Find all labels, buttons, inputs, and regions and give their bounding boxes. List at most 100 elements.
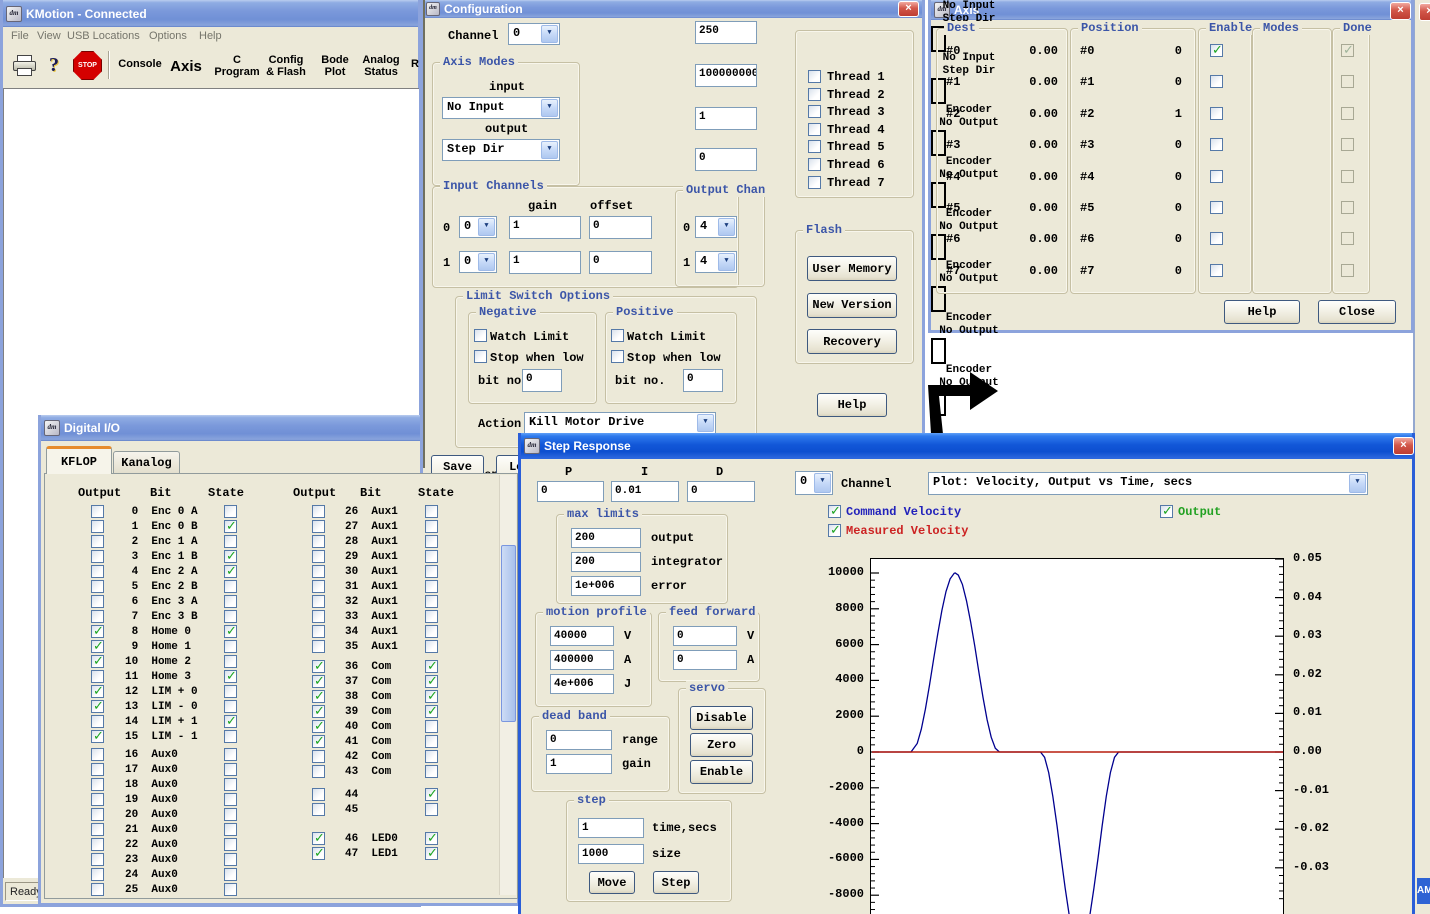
input-channel-0-gain[interactable]: 1 (509, 216, 581, 239)
digio-bit-9-state-checkbox[interactable] (224, 640, 237, 653)
digio-bit-21-state-checkbox[interactable] (224, 823, 237, 836)
digio-bit-40-output-checkbox[interactable] (312, 720, 325, 733)
digio-bit-13-state-checkbox[interactable] (224, 700, 237, 713)
digio-bit-16-output-checkbox[interactable] (91, 748, 104, 761)
digio-bit-18-output-checkbox[interactable] (91, 778, 104, 791)
axis-5-done-checkbox[interactable] (1341, 201, 1354, 214)
digio-bit-28-state-checkbox[interactable] (425, 535, 438, 548)
digio-bit-28-output-checkbox[interactable] (312, 535, 325, 548)
digio-bit-13-output-checkbox[interactable] (91, 700, 104, 713)
digio-bit-8-state-checkbox[interactable] (224, 625, 237, 638)
digio-bit-9-output-checkbox[interactable] (91, 640, 104, 653)
digio-bit-43-state-checkbox[interactable] (425, 765, 438, 778)
config-help-button[interactable]: Help (817, 393, 887, 417)
axis-2-enable-checkbox[interactable] (1210, 107, 1223, 120)
thread-5-checkbox[interactable] (808, 140, 821, 153)
legend-command-velocity-checkbox[interactable] (828, 505, 841, 518)
step-size-field[interactable]: 1000 (578, 844, 644, 864)
digio-bit-30-output-checkbox[interactable] (312, 565, 325, 578)
digio-bit-25-output-checkbox[interactable] (91, 883, 104, 896)
digio-bit-26-state-checkbox[interactable] (425, 505, 438, 518)
motion-profile-group-V-field[interactable]: 40000 (550, 626, 614, 646)
axis-modes-input-select-dropdown-arrow-icon[interactable]: ▼ (541, 99, 558, 117)
digio-bit-29-output-checkbox[interactable] (312, 550, 325, 563)
digio-bit-36-state-checkbox[interactable] (425, 660, 438, 673)
digio-bit-27-state-checkbox[interactable] (425, 520, 438, 533)
digio-bit-42-output-checkbox[interactable] (312, 750, 325, 763)
input-channel-1-gain[interactable]: 1 (509, 251, 581, 274)
digio-bit-47-output-checkbox[interactable] (312, 847, 325, 860)
kmotion-titlebar[interactable]: dm KMotion - Connected (3, 0, 418, 27)
digio-bit-7-output-checkbox[interactable] (91, 610, 104, 623)
digio-bit-15-output-checkbox[interactable] (91, 730, 104, 743)
digio-bit-37-state-checkbox[interactable] (425, 675, 438, 688)
legend-measured-velocity-checkbox[interactable] (828, 524, 841, 537)
scrollbar-thumb[interactable] (501, 545, 516, 722)
action-select[interactable]: Kill Motor Drive▼ (524, 412, 716, 434)
digio-bit-10-state-checkbox[interactable] (224, 655, 237, 668)
limit-negative-stop-checkbox[interactable] (474, 350, 487, 363)
digio-bit-4-output-checkbox[interactable] (91, 565, 104, 578)
config-field-inv-dist-per[interactable]: 1 (695, 107, 757, 130)
limit-positive-watch-checkbox[interactable] (611, 329, 624, 342)
digio-bit-5-state-checkbox[interactable] (224, 580, 237, 593)
digio-bit-30-state-checkbox[interactable] (425, 565, 438, 578)
input-channel-1-select-dropdown-arrow-icon[interactable]: ▼ (478, 253, 495, 271)
input-channel-1-select[interactable]: 0▼ (459, 251, 497, 273)
digio-bit-3-output-checkbox[interactable] (91, 550, 104, 563)
digio-bit-37-output-checkbox[interactable] (312, 675, 325, 688)
axis-4-done-checkbox[interactable] (1341, 170, 1354, 183)
digio-bit-19-state-checkbox[interactable] (224, 793, 237, 806)
axis-6-enable-checkbox[interactable] (1210, 232, 1223, 245)
config-field-max-following[interactable]: 100000000 (695, 64, 757, 87)
servo-disable-button[interactable]: Disable (690, 706, 753, 730)
digio-bit-16-state-checkbox[interactable] (224, 748, 237, 761)
digio-bit-41-state-checkbox[interactable] (425, 735, 438, 748)
output-chan-1-select[interactable]: 4▼ (695, 251, 737, 273)
digio-bit-24-state-checkbox[interactable] (224, 868, 237, 881)
digio-scrollbar[interactable] (499, 475, 516, 895)
digio-bit-35-state-checkbox[interactable] (425, 640, 438, 653)
input-channel-0-offset[interactable]: 0 (589, 216, 652, 239)
digio-bit-39-output-checkbox[interactable] (312, 705, 325, 718)
digio-bit-45-output-checkbox[interactable] (312, 803, 325, 816)
output-chan-1-select-dropdown-arrow-icon[interactable]: ▼ (718, 253, 735, 271)
pid-p-field[interactable]: 0 (537, 481, 604, 502)
config-channel-select[interactable]: 0▼ (508, 23, 560, 45)
servo-zero-button[interactable]: Zero (690, 733, 753, 757)
toolbar-button-axis[interactable]: Axis (166, 58, 206, 76)
axis-help-button[interactable]: Help (1224, 300, 1300, 324)
digio-bit-5-output-checkbox[interactable] (91, 580, 104, 593)
digio-bit-21-output-checkbox[interactable] (91, 823, 104, 836)
digio-bit-36-output-checkbox[interactable] (312, 660, 325, 673)
digio-bit-23-state-checkbox[interactable] (224, 853, 237, 866)
digio-bit-17-output-checkbox[interactable] (91, 763, 104, 776)
limit-negative-bit-field[interactable]: 0 (522, 369, 562, 392)
digio-bit-25-state-checkbox[interactable] (224, 883, 237, 896)
axis-0-done-checkbox[interactable] (1341, 44, 1354, 57)
servo-enable-button[interactable]: Enable (690, 760, 753, 784)
digio-bit-35-output-checkbox[interactable] (312, 640, 325, 653)
digio-bit-7-state-checkbox[interactable] (224, 610, 237, 623)
pid-d-field[interactable]: 0 (687, 481, 755, 502)
digio-bit-20-output-checkbox[interactable] (91, 808, 104, 821)
digio-bit-27-output-checkbox[interactable] (312, 520, 325, 533)
background-close-icon[interactable]: × (1419, 3, 1430, 21)
digio-bit-43-output-checkbox[interactable] (312, 765, 325, 778)
input-channel-1-offset[interactable]: 0 (589, 251, 652, 274)
digio-bit-10-output-checkbox[interactable] (91, 655, 104, 668)
menu-file[interactable]: File (11, 30, 29, 42)
legend-output-checkbox[interactable] (1160, 505, 1173, 518)
digio-bit-2-state-checkbox[interactable] (224, 535, 237, 548)
axis-1-enable-checkbox[interactable] (1210, 75, 1223, 88)
axis-5-enable-checkbox[interactable] (1210, 201, 1223, 214)
menu-usb-locations[interactable]: USB Locations (67, 30, 140, 42)
flash-new-version-button[interactable]: New Version (807, 293, 897, 318)
digio-bit-14-state-checkbox[interactable] (224, 715, 237, 728)
axis-3-done-checkbox[interactable] (1341, 138, 1354, 151)
max-limits-group-output-field[interactable]: 200 (571, 528, 641, 548)
config-field-lead[interactable]: 0 (695, 148, 757, 171)
digio-bit-23-output-checkbox[interactable] (91, 853, 104, 866)
digio-bit-41-output-checkbox[interactable] (312, 735, 325, 748)
menu-options[interactable]: Options (149, 30, 187, 42)
